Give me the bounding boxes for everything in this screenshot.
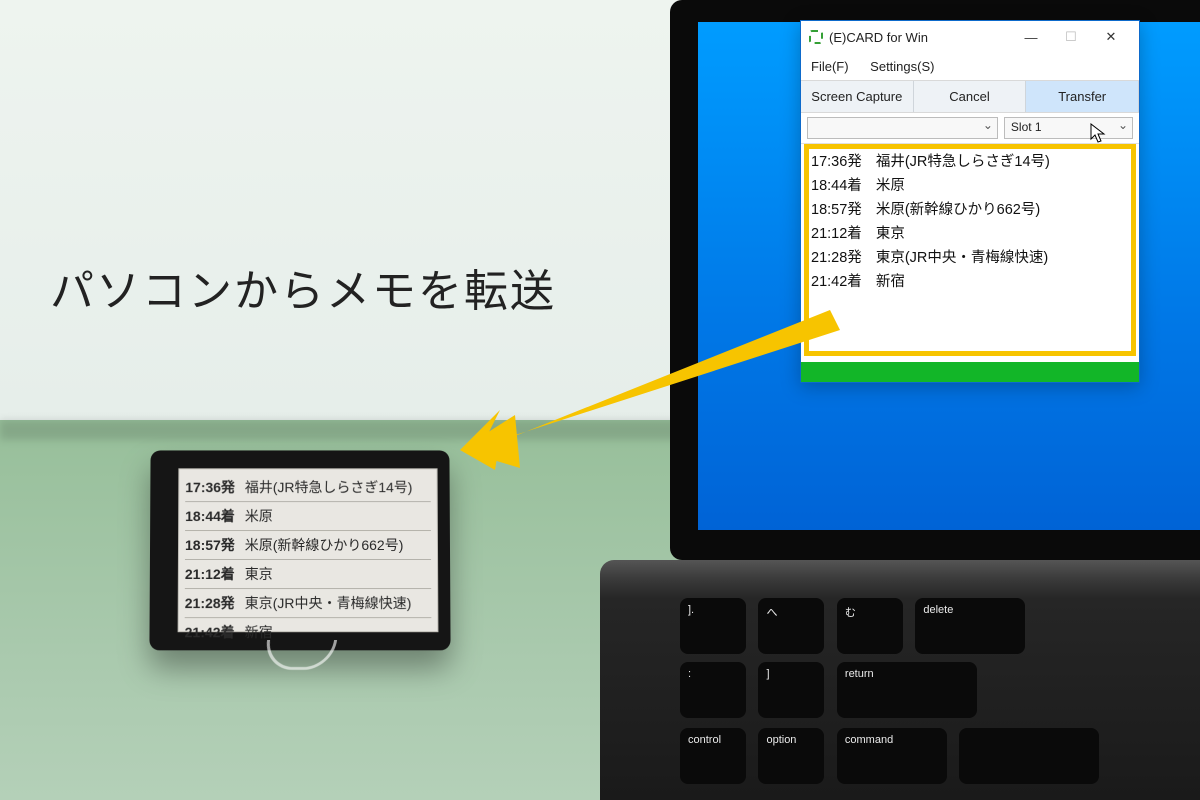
window-title: (E)CARD for Win bbox=[829, 30, 1011, 45]
app-window: (E)CARD for Win — ☐ ✕ File(F) Settings(S… bbox=[800, 20, 1140, 383]
window-titlebar[interactable]: (E)CARD for Win — ☐ ✕ bbox=[801, 21, 1139, 53]
laptop-keyboard-deck: ]. へ む delete : ] return control option … bbox=[600, 560, 1200, 800]
memo-text: 東京(JR中央・青梅線快速) bbox=[876, 250, 1048, 266]
memo-time: 17:36発 bbox=[811, 154, 862, 170]
eink-time: 18:44着 bbox=[185, 508, 235, 524]
key-delete: delete bbox=[915, 598, 1025, 654]
memo-text: 東京 bbox=[876, 226, 905, 242]
eink-row: 21:12着 東京 bbox=[185, 560, 431, 589]
memo-time: 21:28発 bbox=[811, 250, 862, 266]
eink-card-device: 17:36発 福井(JR特急しらさぎ14号) 18:44着 米原 18:57発 … bbox=[149, 450, 450, 650]
close-button[interactable]: ✕ bbox=[1091, 25, 1131, 49]
menubar: File(F) Settings(S) bbox=[801, 53, 1139, 80]
key: へ bbox=[758, 598, 824, 654]
menu-file[interactable]: File(F) bbox=[811, 59, 849, 74]
memo-area[interactable]: 17:36発 福井(JR特急しらさぎ14号) 18:44着 米原 18:57発 … bbox=[801, 144, 1139, 362]
memo-time: 21:42着 bbox=[811, 274, 862, 290]
eink-text: 新宿 bbox=[245, 624, 273, 640]
key-control: control bbox=[680, 728, 746, 784]
memo-line: 17:36発 福井(JR特急しらさぎ14号) bbox=[811, 150, 1129, 171]
eink-screen: 17:36発 福井(JR特急しらさぎ14号) 18:44着 米原 18:57発 … bbox=[178, 468, 439, 632]
key-row: ]. へ む delete bbox=[680, 598, 1200, 654]
memo-text: 米原 bbox=[876, 178, 905, 194]
minimize-button[interactable]: — bbox=[1011, 25, 1051, 49]
eink-time: 21:12着 bbox=[185, 566, 235, 582]
key: む bbox=[837, 598, 903, 654]
key: : bbox=[680, 662, 746, 718]
slot-row: Slot 1 bbox=[801, 113, 1139, 144]
key-return: return bbox=[837, 662, 977, 718]
eink-row: 18:44着 米原 bbox=[185, 502, 431, 531]
memo-line: 18:57発 米原(新幹線ひかり662号) bbox=[811, 198, 1129, 219]
eink-text: 米原(新幹線ひかり662号) bbox=[245, 537, 404, 553]
key-option: option bbox=[758, 728, 824, 784]
memo-time: 18:44着 bbox=[811, 178, 862, 194]
eink-row: 18:57発 米原(新幹線ひかり662号) bbox=[185, 531, 431, 560]
annotation-caption: パソコンからメモを転送 bbox=[50, 255, 556, 319]
memo-line: 21:28発 東京(JR中央・青梅線快速) bbox=[811, 246, 1129, 267]
device-combo[interactable] bbox=[807, 117, 998, 139]
key-row: : ] return bbox=[680, 662, 1200, 718]
memo-text: 米原(新幹線ひかり662号) bbox=[876, 202, 1040, 218]
memo-line: 18:44着 米原 bbox=[811, 174, 1129, 195]
status-bar bbox=[801, 362, 1139, 382]
eink-row: 17:36発 福井(JR特急しらさぎ14号) bbox=[185, 473, 431, 502]
key: ]. bbox=[680, 598, 746, 654]
screen-capture-button[interactable]: Screen Capture bbox=[801, 81, 914, 112]
toolbar: Screen Capture Cancel Transfer bbox=[801, 80, 1139, 113]
memo-line: 21:42着 新宿 bbox=[811, 270, 1129, 291]
slot-combo[interactable]: Slot 1 bbox=[1004, 117, 1133, 139]
eink-row: 21:28発 東京(JR中央・青梅線快速) bbox=[185, 589, 432, 618]
eink-text: 福井(JR特急しらさぎ14号) bbox=[245, 479, 413, 495]
eink-text: 米原 bbox=[245, 508, 273, 524]
app-icon bbox=[809, 30, 823, 44]
memo-text: 福井(JR特急しらさぎ14号) bbox=[876, 154, 1050, 170]
eink-time: 17:36発 bbox=[185, 479, 235, 495]
memo-time: 21:12着 bbox=[811, 226, 862, 242]
menu-settings[interactable]: Settings(S) bbox=[870, 59, 934, 74]
key: ] bbox=[758, 662, 824, 718]
eink-text: 東京 bbox=[245, 566, 273, 582]
eink-time: 18:57発 bbox=[185, 537, 235, 553]
transfer-button[interactable]: Transfer bbox=[1026, 81, 1139, 112]
key-command: command bbox=[837, 728, 947, 784]
memo-line: 21:12着 東京 bbox=[811, 222, 1129, 243]
cancel-button[interactable]: Cancel bbox=[914, 81, 1027, 112]
key-space bbox=[959, 728, 1099, 784]
eink-text: 東京(JR中央・青梅線快速) bbox=[245, 595, 412, 611]
eink-time: 21:28発 bbox=[185, 595, 235, 611]
key-row: control option command bbox=[680, 728, 1200, 784]
maximize-button[interactable]: ☐ bbox=[1051, 25, 1091, 49]
memo-time: 18:57発 bbox=[811, 202, 862, 218]
eink-time: 21:42着 bbox=[185, 624, 235, 640]
memo-text: 新宿 bbox=[876, 274, 905, 290]
